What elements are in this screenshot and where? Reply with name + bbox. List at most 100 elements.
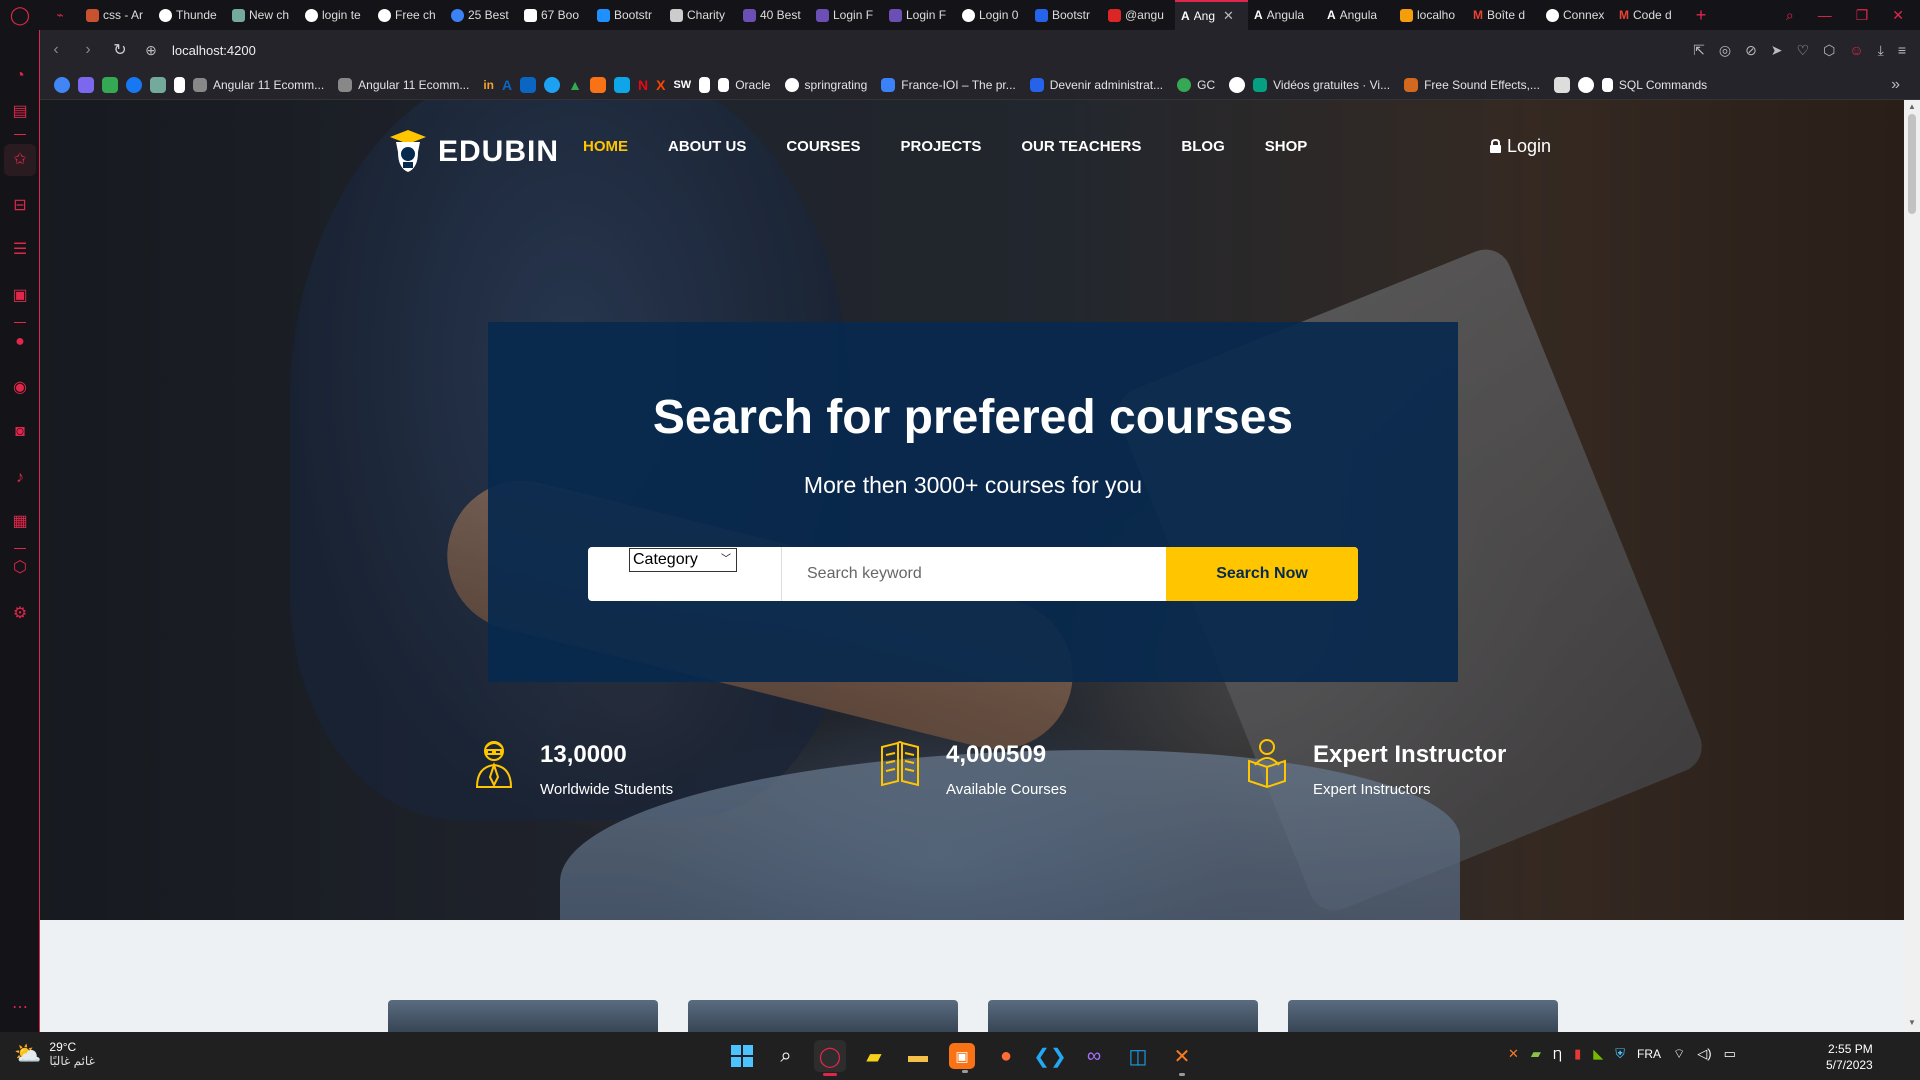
site-logo[interactable]: EDUBIN <box>388 128 559 176</box>
browser-tab[interactable]: M Code d <box>1613 0 1686 30</box>
tray-app-icon[interactable]: ▰ <box>1531 1046 1541 1062</box>
close-window-button[interactable]: ✕ <box>1892 7 1904 24</box>
download-icon[interactable]: ⤓ <box>1878 42 1884 59</box>
profile-icon[interactable]: ☺ <box>1849 42 1863 59</box>
file-explorer-icon[interactable]: ▬ <box>902 1040 934 1072</box>
browser-tab[interactable]: Login 0 <box>956 0 1029 30</box>
more-bookmarks-icon[interactable]: » <box>1891 76 1900 94</box>
sticky-notes-icon[interactable]: ▰ <box>858 1040 890 1072</box>
facebook-icon[interactable] <box>126 76 142 93</box>
scroll-down-icon[interactable]: ▼ <box>1904 1018 1920 1027</box>
google-icon[interactable] <box>1577 76 1594 93</box>
heart-icon[interactable]: ♡ <box>1797 42 1810 59</box>
reading-list-icon[interactable]: ⊟ <box>10 196 30 216</box>
login-link[interactable]: Login <box>1489 136 1551 157</box>
postman-icon[interactable]: ● <box>990 1040 1022 1072</box>
browser-tab[interactable]: Bootstr <box>591 0 664 30</box>
browser-tab[interactable]: Charity <box>664 0 737 30</box>
browser-tab[interactable]: 25 Best <box>445 0 518 30</box>
share-icon[interactable]: ⇱ <box>1693 42 1705 59</box>
visual-studio-icon[interactable]: ∞ <box>1078 1040 1110 1072</box>
cisco-icon[interactable] <box>1553 76 1570 93</box>
taskbar-search-icon[interactable]: ⌕ <box>770 1040 802 1072</box>
bookmark-item[interactable]: Vidéos gratuites · Vi... <box>1253 77 1390 92</box>
search-now-button[interactable]: Search Now <box>1166 547 1358 601</box>
settings-gear-icon[interactable]: ⚙ <box>10 604 30 624</box>
netflix-icon[interactable]: N <box>638 77 648 93</box>
instagram-icon[interactable]: ◙ <box>10 422 30 442</box>
bookmark-icon[interactable] <box>590 76 606 93</box>
browser-tab[interactable]: localho <box>1394 0 1467 30</box>
nvidia-icon[interactable]: ◣ <box>1593 1046 1603 1062</box>
more-options-icon[interactable]: ⋯ <box>10 998 30 1018</box>
browser-tab[interactable]: Free ch <box>372 0 445 30</box>
url-field[interactable]: localhost:4200 <box>172 43 256 58</box>
browser-tab[interactable]: @angu <box>1102 0 1175 30</box>
intellij-icon[interactable]: ▣ <box>949 1043 975 1073</box>
tray-app-icon[interactable]: Ƞ <box>1553 1047 1562 1062</box>
bookmark-item[interactable]: Angular 11 Ecomm... <box>193 77 324 92</box>
bookmark-icon[interactable] <box>78 76 94 93</box>
discord-icon[interactable]: ▦ <box>10 512 30 532</box>
course-card[interactable] <box>388 1000 658 1032</box>
bookmark-item[interactable]: Oracle <box>718 77 771 92</box>
forward-icon[interactable]: › <box>72 41 104 59</box>
tab-workspace-icon[interactable]: ⌁ <box>40 0 80 30</box>
wifi-icon[interactable]: ⌔ <box>1673 1046 1685 1062</box>
wallet-icon[interactable]: ▣ <box>10 286 30 306</box>
search-tabs-icon[interactable]: ⌕ <box>1786 7 1794 24</box>
browser-tab[interactable]: A Angula <box>1248 0 1321 30</box>
linkedin-icon[interactable] <box>520 76 537 93</box>
chatgpt-icon[interactable] <box>150 76 166 93</box>
send-icon[interactable]: ➤ <box>1771 42 1783 59</box>
scroll-up-icon[interactable]: ▲ <box>1904 102 1920 111</box>
windows-start-icon[interactable] <box>726 1040 758 1072</box>
course-card[interactable] <box>688 1000 958 1032</box>
nav-blog[interactable]: BLOG <box>1181 138 1224 155</box>
category-select[interactable]: Category ﹀ <box>629 548 737 572</box>
browser-tab[interactable]: css - Ar <box>80 0 153 30</box>
bookmark-icon[interactable] <box>1229 76 1246 93</box>
browser-tab[interactable]: Bootstr <box>1029 0 1102 30</box>
nav-shop[interactable]: SHOP <box>1265 138 1308 155</box>
nav-our-teachers[interactable]: OUR TEACHERS <box>1021 138 1141 155</box>
course-card[interactable] <box>988 1000 1258 1032</box>
nav-home[interactable]: HOME <box>583 138 628 155</box>
close-tab-icon[interactable]: ✕ <box>1223 8 1234 24</box>
virtualbox-icon[interactable]: ◫ <box>1122 1040 1154 1072</box>
nav-courses[interactable]: COURSES <box>786 138 860 155</box>
browser-tab[interactable]: A Angula <box>1321 0 1394 30</box>
battery-icon[interactable]: ▭ <box>1724 1046 1736 1062</box>
bookmark-item[interactable]: GC <box>1177 77 1215 92</box>
browser-tab[interactable]: Thunde <box>153 0 226 30</box>
bookmark-icon[interactable] <box>614 76 630 93</box>
taskbar-clock[interactable]: 2:55 PM 5/7/2023 <box>1826 1041 1873 1073</box>
defender-icon[interactable]: ⛨ <box>1615 1046 1625 1062</box>
menu-icon[interactable]: ≡ <box>1898 42 1906 59</box>
browser-tab-active[interactable]: A Ang ✕ <box>1175 0 1248 30</box>
page-icon[interactable] <box>699 76 711 93</box>
indeed-icon[interactable]: in <box>483 78 494 92</box>
browser-tab[interactable]: login te <box>299 0 372 30</box>
google-icon[interactable] <box>54 76 70 93</box>
back-icon[interactable]: ‹ <box>40 41 72 59</box>
browser-tab[interactable]: Login F <box>883 0 956 30</box>
bookmark-item[interactable]: France-IOI – The pr... <box>881 77 1016 92</box>
tray-app-icon[interactable]: ▮ <box>1574 1046 1581 1062</box>
page-icon[interactable] <box>174 76 185 93</box>
sw-icon[interactable]: SW <box>673 79 691 91</box>
bookmark-item[interactable]: Angular 11 Ecomm... <box>338 77 469 92</box>
page-scrollbar[interactable]: ▲ ▼ <box>1904 100 1920 1032</box>
xampp-icon[interactable]: ✕ <box>1166 1040 1198 1076</box>
bookmark-item[interactable]: springrating <box>784 77 867 92</box>
browser-tab[interactable]: 67 Boo <box>518 0 591 30</box>
vscode-icon[interactable]: ❮❯ <box>1033 1040 1067 1072</box>
restore-button[interactable]: ❐ <box>1856 7 1869 24</box>
tiktok-icon[interactable]: ♪ <box>10 468 30 488</box>
new-tab-button[interactable]: + <box>1686 5 1716 26</box>
bookmark-item[interactable]: Free Sound Effects,... <box>1404 77 1540 92</box>
azure-icon[interactable]: A <box>502 77 512 93</box>
weather-widget[interactable]: ⛅ 29°C غائم غالبًا <box>14 1040 95 1068</box>
course-card[interactable] <box>1288 1000 1558 1032</box>
bookmarks-star-icon[interactable]: ✩ <box>10 150 30 170</box>
